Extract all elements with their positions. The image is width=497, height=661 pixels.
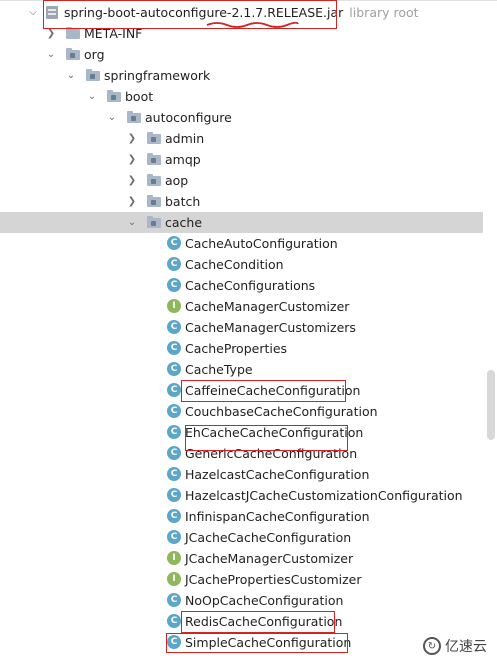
class-label: CouchbaseCacheConfiguration [185, 404, 378, 419]
tree-row-class[interactable]: I CacheManagerCustomizer [0, 296, 483, 317]
chevron-right-icon[interactable]: ❯ [126, 149, 138, 170]
tree-row-class[interactable]: C JCacheCacheConfiguration [0, 527, 483, 548]
class-label: CacheAutoConfiguration [185, 236, 338, 251]
class-icon: C [167, 446, 181, 460]
class-icon: C [167, 320, 181, 334]
chevron-down-icon[interactable]: ⌄ [86, 86, 98, 107]
package-icon [66, 48, 80, 60]
highlight-box-ehcache [185, 425, 348, 451]
class-label: CacheManagerCustomizer [185, 299, 350, 314]
class-label: JCacheCacheConfiguration [185, 530, 352, 545]
interface-icon: I [167, 572, 181, 586]
package-icon [147, 195, 161, 207]
tree-row-class[interactable]: C CouchbaseCacheConfiguration [0, 401, 483, 422]
chevron-down-icon[interactable]: ⌵ [27, 2, 39, 23]
tree-row-class[interactable]: C HazelcastJCacheCustomizationConfigurati… [0, 485, 483, 506]
class-icon: C [167, 467, 181, 481]
interface-icon: I [167, 299, 181, 313]
tree-row-autoconfigure[interactable]: ⌄ autoconfigure [0, 107, 483, 128]
class-icon: C [167, 593, 181, 607]
class-label: HazelcastJCacheCustomizationConfiguratio… [185, 488, 463, 503]
chevron-down-icon[interactable]: ⌄ [65, 65, 77, 86]
package-icon [107, 90, 121, 102]
class-label: NoOpCacheConfiguration [185, 593, 344, 608]
class-icon: C [167, 362, 181, 376]
package-icon [147, 174, 161, 186]
class-label: CacheConfigurations [185, 278, 316, 293]
chevron-down-icon[interactable]: ⌄ [126, 212, 138, 233]
tree-row-class[interactable]: C CacheManagerCustomizers [0, 317, 483, 338]
chevron-right-icon[interactable]: ❯ [126, 128, 138, 149]
class-label: JCachePropertiesCustomizer [185, 572, 362, 587]
tree-row-class[interactable]: C CacheConfigurations [0, 275, 483, 296]
tree-row-class[interactable]: I JCachePropertiesCustomizer [0, 569, 483, 590]
tree-row-boot[interactable]: ⌄ boot [0, 86, 483, 107]
class-icon: C [167, 404, 181, 418]
watermark-logo-icon: ↻ [423, 637, 441, 655]
tree-row-class[interactable]: C HazelcastCacheConfiguration [0, 464, 483, 485]
highlight-box-redis [181, 611, 335, 633]
class-label: CacheManagerCustomizers [185, 320, 356, 335]
package-label: batch [165, 194, 201, 209]
tree-row-package[interactable]: ❯ amqp [0, 149, 483, 170]
package-label: aop [165, 173, 189, 188]
package-icon [147, 132, 161, 144]
class-icon: C [167, 530, 181, 544]
tree-row-class[interactable]: C NoOpCacheConfiguration [0, 590, 483, 611]
tree-row-cache[interactable]: ⌄ cache [0, 212, 483, 233]
class-label: CacheCondition [185, 257, 284, 272]
tree-row-package[interactable]: ❯ aop [0, 170, 483, 191]
chevron-down-icon[interactable]: ⌄ [45, 44, 57, 65]
class-icon: C [167, 257, 181, 271]
package-icon [147, 216, 161, 228]
class-icon: C [167, 614, 181, 628]
tree-row-class[interactable]: C CacheCondition [0, 254, 483, 275]
class-label: CacheType [185, 362, 253, 377]
package-label: amqp [165, 152, 201, 167]
class-label: CacheProperties [185, 341, 288, 356]
tree-row-springframework[interactable]: ⌄ springframework [0, 65, 483, 86]
class-icon: C [167, 425, 181, 439]
org-label: org [84, 47, 105, 62]
tree-row-class[interactable]: C InfinispanCacheConfiguration [0, 506, 483, 527]
package-label: admin [165, 131, 205, 146]
package-icon [127, 111, 141, 123]
class-icon: C [167, 236, 181, 250]
tree-row-org[interactable]: ⌄ org [0, 44, 483, 65]
chevron-right-icon[interactable]: ❯ [126, 170, 138, 191]
class-label: HazelcastCacheConfiguration [185, 467, 370, 482]
tree-row-package[interactable]: ❯ batch [0, 191, 483, 212]
chevron-right-icon[interactable]: ❯ [126, 191, 138, 212]
tree-row-class[interactable]: C CacheAutoConfiguration [0, 233, 483, 254]
chevron-down-icon[interactable]: ⌄ [106, 107, 118, 128]
watermark-text: 亿速云 [445, 639, 487, 655]
autoconfigure-label: autoconfigure [145, 110, 232, 125]
tree-row-package[interactable]: ❯ admin [0, 128, 483, 149]
boot-label: boot [125, 89, 154, 104]
class-label: InfinispanCacheConfiguration [185, 509, 370, 524]
tree-row-class[interactable]: C CacheProperties [0, 338, 483, 359]
cache-label: cache [165, 215, 203, 230]
tree-row-class[interactable]: C CacheType [0, 359, 483, 380]
class-icon: C [167, 509, 181, 523]
class-label: JCacheManagerCustomizer [185, 551, 354, 566]
class-icon: C [167, 383, 181, 397]
springframework-label: springframework [104, 68, 211, 83]
package-icon [147, 153, 161, 165]
interface-icon: I [167, 551, 181, 565]
underline-mark [206, 21, 299, 28]
highlight-box-caffeine [181, 380, 346, 402]
class-icon: C [167, 278, 181, 292]
library-root-note: library root [349, 5, 419, 20]
class-icon: C [167, 341, 181, 355]
class-icon: C [167, 488, 181, 502]
vertical-scrollbar[interactable] [487, 370, 495, 440]
highlight-box-simple [166, 633, 348, 653]
watermark: ↻ 亿速云 [423, 636, 487, 656]
package-icon [86, 69, 100, 81]
tree-row-class[interactable]: I JCacheManagerCustomizer [0, 548, 483, 569]
